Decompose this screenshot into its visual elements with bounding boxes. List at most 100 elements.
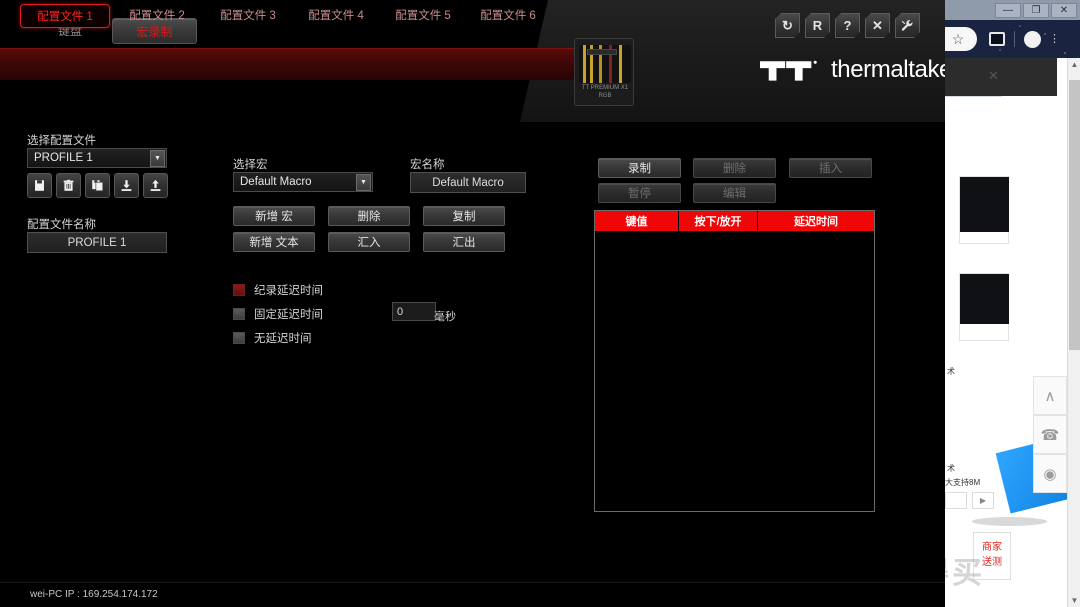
record-delay-checkbox[interactable]: [233, 284, 245, 296]
pause-button[interactable]: 暂停: [598, 183, 681, 203]
avatar[interactable]: [1024, 30, 1041, 48]
product-thumbnail: [960, 274, 1009, 324]
background-restore-button[interactable]: ❐: [1023, 2, 1049, 18]
wrench-icon[interactable]: [895, 13, 920, 38]
fixed-delay-checkbox[interactable]: [233, 308, 245, 320]
no-delay-checkbox[interactable]: [233, 332, 245, 344]
page-divider: [945, 96, 1002, 97]
column-header-pressrelease: 按下/放开: [679, 211, 758, 231]
product-thumbnail[interactable]: TT PREMIUM X1 RGB: [574, 38, 634, 106]
thermaltake-app-window: 键盘 宏录制 配置文件 1 配置文件 2 配置文件 3 配置文件 4 配置文件 …: [0, 0, 945, 607]
no-delay-option[interactable]: 无延迟时间: [233, 330, 312, 346]
macro-name-label: 宏名称: [410, 159, 445, 171]
feedback-button[interactable]: ◉: [1033, 454, 1067, 493]
list-item[interactable]: [959, 176, 1009, 244]
macro-select-value: Default Macro: [240, 176, 312, 188]
column-header-delay: 延迟时间: [758, 211, 874, 231]
import-macro-button[interactable]: 汇入: [328, 232, 410, 252]
product-thumbnail: [960, 177, 1009, 232]
background-close-button[interactable]: ✕: [1051, 2, 1077, 18]
background-minimize-button[interactable]: —: [995, 2, 1021, 18]
record-delay-label: 纪录延迟时间: [254, 285, 323, 297]
play-button[interactable]: ▶: [972, 492, 994, 509]
profile-name-field[interactable]: PROFILE 1: [27, 232, 167, 253]
status-text: wei-PC IP : 169.254.174.172: [30, 589, 158, 600]
upload-icon[interactable]: [143, 173, 168, 198]
trash-icon[interactable]: [56, 173, 81, 198]
table-body[interactable]: [595, 231, 874, 511]
toolbar-divider: [1014, 31, 1015, 47]
background-browser-toolbar: ☆ ⋮: [939, 20, 1080, 58]
new-text-button[interactable]: 新增 文本: [233, 232, 315, 252]
scroll-top-button[interactable]: ∧: [1033, 376, 1067, 415]
macro-select-label: 选择宏: [233, 159, 268, 171]
shadow-ellipse: [972, 517, 1047, 526]
profile-select-value: PROFILE 1: [34, 152, 93, 164]
scrollbar-thumb[interactable]: [1069, 80, 1080, 350]
tab-profile-5[interactable]: 配置文件 5: [378, 4, 468, 28]
record-delay-option[interactable]: 纪录延迟时间: [233, 282, 323, 298]
window-button-group: ↻ R ? ✕: [775, 13, 920, 38]
tab-profile-2[interactable]: 配置文件 2: [112, 4, 202, 28]
macro-select[interactable]: Default Macro ▼: [233, 172, 373, 192]
new-macro-button[interactable]: 新增 宏: [233, 206, 315, 226]
macro-steps-table: 键值 按下/放开 延迟时间: [594, 210, 875, 512]
download-icon[interactable]: [114, 173, 139, 198]
save-icon[interactable]: [27, 173, 52, 198]
profile-select-label: 选择配置文件: [27, 135, 96, 147]
fixed-delay-option[interactable]: 固定延迟时间: [233, 306, 323, 322]
tab-profile-6[interactable]: 配置文件 6: [463, 4, 553, 28]
delete-step-button[interactable]: 删除: [693, 158, 776, 178]
question-icon[interactable]: ?: [835, 13, 860, 38]
list-item[interactable]: [959, 273, 1009, 341]
brand-name: thermaltake: [831, 56, 945, 83]
copy-macro-button[interactable]: 复制: [423, 206, 505, 226]
chevron-down-icon[interactable]: ▼: [356, 173, 371, 191]
list-item-label: 术: [947, 367, 955, 376]
page-close-icon[interactable]: ✕: [988, 68, 999, 84]
delay-unit-label: 毫秒: [434, 311, 456, 323]
record-button[interactable]: 录制: [598, 158, 681, 178]
column-header-keyvalue: 键值: [595, 211, 679, 231]
extension-icon[interactable]: [989, 32, 1005, 46]
fixed-delay-label: 固定延迟时间: [254, 309, 323, 321]
page-spec-text: 大支持8M: [945, 478, 981, 487]
refresh-icon[interactable]: ↻: [775, 13, 800, 38]
browser-menu-icon[interactable]: ⋮: [1049, 34, 1060, 45]
profile-name-label: 配置文件名称: [27, 219, 96, 231]
background-browser-window: — ❐ ✕ ☆ ⋮ ✕ 术 术 大支持8M ▶ 商家 送测 ∧ ☎ ◉ ▲ ▼: [939, 0, 1080, 607]
tab-profile-4[interactable]: 配置文件 4: [291, 4, 381, 28]
copy-icon[interactable]: [85, 173, 110, 198]
delete-macro-button[interactable]: 删除: [328, 206, 410, 226]
page-dark-strip: [945, 58, 1057, 96]
tab-profile-3[interactable]: 配置文件 3: [203, 4, 293, 28]
edit-step-button[interactable]: 编辑: [693, 183, 776, 203]
insert-step-button[interactable]: 插入: [789, 158, 872, 178]
scrollbar-down-icon[interactable]: ▼: [1068, 594, 1080, 607]
table-header-row: 键值 按下/放开 延迟时间: [595, 211, 874, 231]
product-name-line2: RGB: [598, 93, 612, 99]
page-scrollbar[interactable]: ▲ ▼: [1067, 58, 1080, 607]
macro-name-field[interactable]: Default Macro: [410, 172, 526, 193]
brand-logo: thermaltake: [760, 56, 945, 84]
scrollbar-up-icon[interactable]: ▲: [1068, 58, 1080, 71]
profile-select[interactable]: PROFILE 1 ▼: [27, 148, 167, 168]
close-icon[interactable]: ✕: [865, 13, 890, 38]
background-web-page: ✕ 术 术 大支持8M ▶ 商家 送测 ∧ ☎ ◉ ▲ ▼: [945, 58, 1080, 607]
export-macro-button[interactable]: 汇出: [423, 232, 505, 252]
tab-profile-1[interactable]: 配置文件 1: [20, 4, 110, 28]
background-window-titlebar: — ❐ ✕: [945, 0, 1080, 20]
keyboard-image: [579, 45, 631, 83]
prev-button[interactable]: [945, 492, 967, 509]
app-header: 键盘 宏录制 配置文件 1 配置文件 2 配置文件 3 配置文件 4 配置文件 …: [0, 0, 945, 122]
profile-icon-button-row: [27, 173, 168, 198]
thermaltake-mark-icon: [760, 60, 817, 81]
product-name-line1: TT PREMIUM X1: [581, 85, 629, 91]
delay-value-input[interactable]: 0: [392, 302, 436, 321]
keyboard-display: [587, 49, 617, 55]
chevron-down-icon[interactable]: ▼: [150, 149, 165, 167]
r-icon[interactable]: R: [805, 13, 830, 38]
tabbar-top-line: [0, 48, 580, 49]
status-bar: wei-PC IP : 169.254.174.172: [0, 582, 945, 607]
support-button[interactable]: ☎: [1033, 415, 1067, 454]
